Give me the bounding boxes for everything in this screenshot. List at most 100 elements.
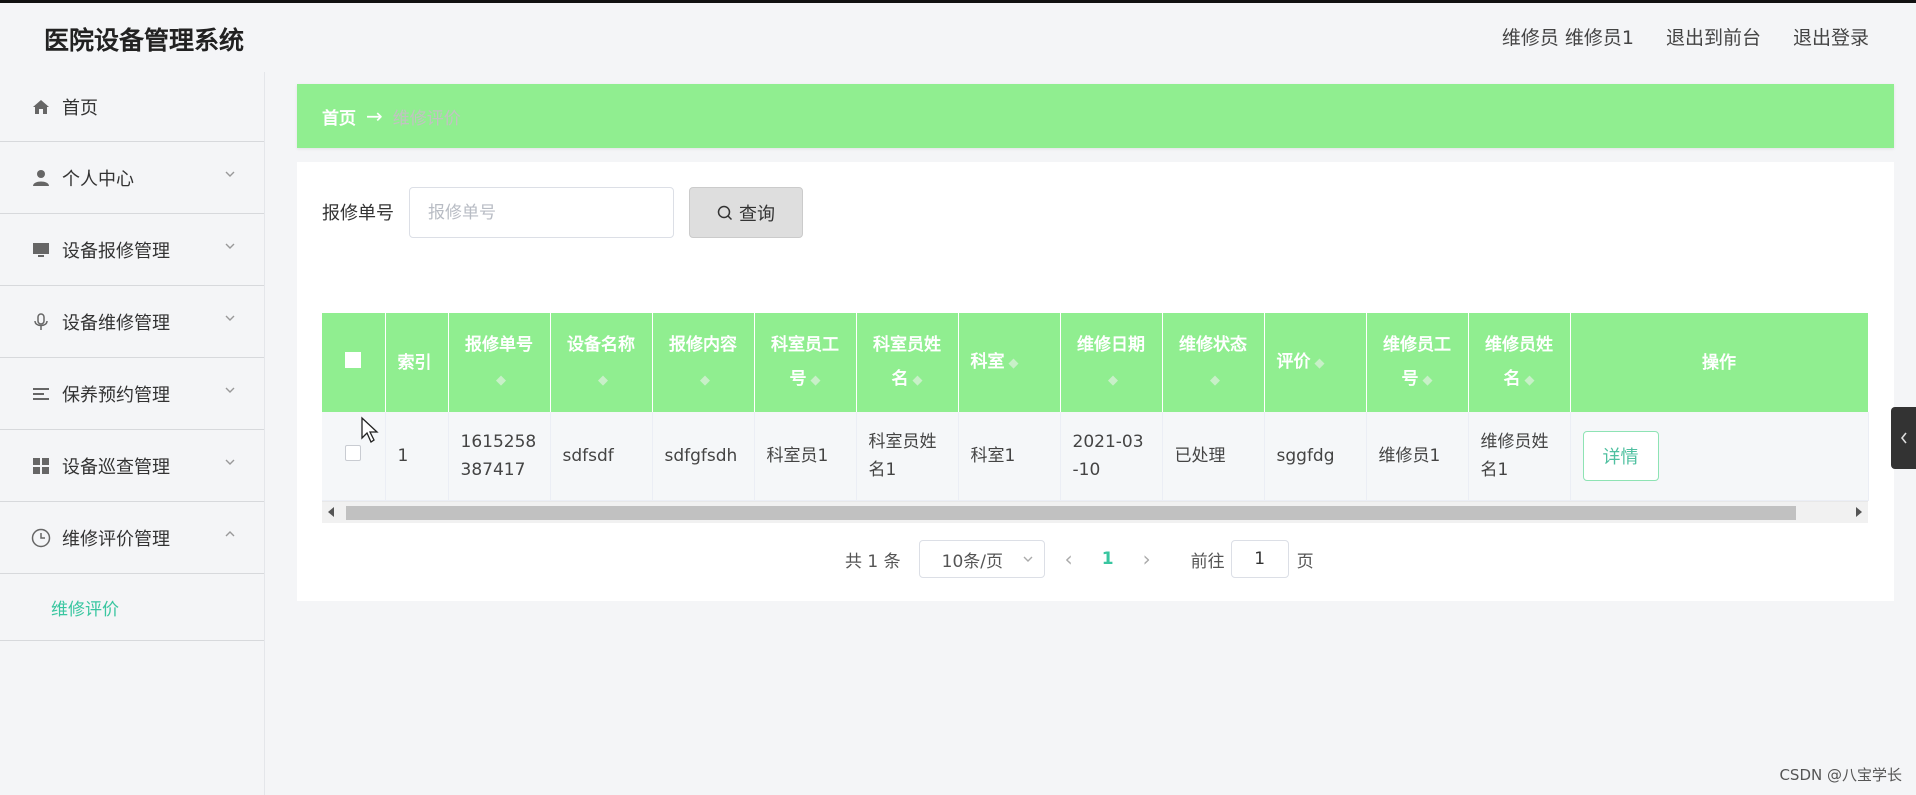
scrollbar-thumb[interactable] [346,505,1796,520]
sidebar-item-label: 设备维修管理 [62,312,170,334]
cell-department: 科室1 [958,412,1061,501]
column-header[interactable]: 设备名称 ◆ [550,313,653,412]
breadcrumb-separator: → [366,104,383,128]
column-header[interactable]: 评价 ◆ [1264,313,1367,412]
side-panel-toggle[interactable] [1891,407,1916,469]
sidebar-item-label: 维修评价管理 [62,528,170,550]
column-header-label: 科室 [970,351,1005,372]
sort-icon: ◆ [1108,372,1118,388]
breadcrumb: 首页 → 维修评价 [297,84,1894,148]
sidebar-subitem-repair-evaluation[interactable]: 维修评价 [0,574,264,641]
sort-icon: ◆ [1314,355,1325,371]
list-icon [30,383,52,405]
column-header: 索引 [385,313,449,412]
search-label: 报修单号 [322,203,394,224]
data-table: 索引 报修单号◆ 设备名称◆ 报修内容◆ 科室员工号 ◆ 科室员姓名 ◆ 科室 ◆ 维… [322,313,1869,523]
logout-link[interactable]: 退出登录 [1793,23,1869,50]
select-all-cell [322,313,386,412]
table-row: 1 1615258387417 sdfsdf sdfgfsdh 科室员1 科室员… [322,412,1869,501]
column-header-label: 科室员工号 [771,334,839,389]
sort-icon: ◆ [1210,372,1220,388]
column-header-label: 报修内容 [669,334,737,355]
cell-repair-no: 1615258387417 [448,412,551,501]
column-header[interactable]: 维修状态 ◆ [1162,313,1265,412]
sidebar-item-personal-center[interactable]: 个人中心 [0,142,264,214]
column-header[interactable]: 维修员姓名 ◆ [1468,313,1571,412]
header: 医院设备管理系统 维修员 维修员1 退出到前台 退出登录 [0,3,1916,69]
main-panel: 报修单号 查询 索引 报修单号◆ 设备名称◆ 报修内容◆ 科室员工号◆ 科室员姓… [297,162,1894,601]
sidebar-item-home[interactable]: 首页 [0,72,264,142]
column-header: 操作 [1570,313,1869,412]
page-size-select[interactable]: 10条/页 [918,540,1045,578]
goto-page-input[interactable] [1230,540,1289,578]
monitor-icon [30,239,52,261]
sort-icon: ◆ [810,372,821,388]
row-checkbox[interactable] [345,444,362,461]
user-label: 维修员 维修员1 [1501,27,1634,49]
column-header[interactable]: 科室员姓名 ◆ [856,313,959,412]
cell-repair-content: sdfgfsdh [652,412,755,501]
header-actions: 维修员 维修员1 退出到前台 退出登录 [1502,23,1869,50]
search-icon [717,205,733,220]
sidebar-item-device-maintenance[interactable]: 设备维修管理 [0,286,264,358]
page-size-value: 10条/页 [941,551,1003,572]
column-header[interactable]: 维修员工号 ◆ [1366,313,1469,412]
column-header[interactable]: 报修内容 ◆ [652,313,755,412]
sort-icon: ◆ [912,372,923,388]
column-header[interactable]: 科室员工号 ◆ [754,313,857,412]
cell-device-name: sdfsdf [550,412,653,501]
mouse-cursor-icon [361,416,379,443]
chevron-down-icon [225,243,235,249]
column-header-label: 科室员姓名 [873,334,941,389]
breadcrumb-current: 维修评价 [392,108,461,129]
back-to-front-link[interactable]: 退出到前台 [1666,23,1761,50]
clock-icon [30,527,52,549]
sidebar-item-label: 设备巡查管理 [62,456,170,478]
cell-status: 已处理 [1162,412,1265,501]
sidebar-item-label: 个人中心 [62,168,134,190]
column-header[interactable]: 维修日期 ◆ [1060,313,1163,412]
sidebar-item-device-inspection[interactable]: 设备巡查管理 [0,430,264,502]
search-button[interactable]: 查询 [689,187,803,238]
cell-actions: 详情 [1570,412,1869,501]
page-number[interactable]: 1 [1093,549,1123,569]
chevron-down-icon [225,171,235,177]
chevron-down-icon [225,315,235,321]
cell-staff-no: 科室员1 [754,412,857,501]
horizontal-scrollbar[interactable] [322,500,1868,523]
select-all-checkbox[interactable] [345,351,362,368]
table-header-row: 索引 报修单号◆ 设备名称◆ 报修内容◆ 科室员工号 ◆ 科室员姓名 ◆ 科室 ◆ 维… [322,313,1869,412]
column-header[interactable]: 报修单号 ◆ [448,313,551,412]
sort-icon: ◆ [1422,372,1433,388]
sidebar-item-label: 首页 [62,97,98,119]
cell-repairer-name: 维修员姓名1 [1468,412,1571,501]
column-header-label: 评价 [1276,351,1311,372]
chevron-up-icon [225,531,235,537]
column-header-label: 维修状态 [1179,334,1247,355]
detail-button[interactable]: 详情 [1582,430,1659,481]
app-title: 医院设备管理系统 [44,26,245,55]
goto-suffix: 页 [1296,551,1314,572]
scroll-right-icon[interactable] [1856,506,1862,517]
scroll-left-icon[interactable] [328,506,334,517]
cell-repair-date: 2021-03-10 [1060,412,1163,501]
sidebar-item-device-repair-report[interactable]: 设备报修管理 [0,214,264,286]
breadcrumb-home[interactable]: 首页 [322,104,356,129]
prev-page-button[interactable]: ‹ [1045,547,1093,571]
sidebar-item-upkeep-booking[interactable]: 保养预约管理 [0,358,264,430]
home-icon [30,96,52,118]
next-page-button[interactable]: › [1123,547,1171,571]
cell-repairer-no: 维修员1 [1366,412,1469,501]
column-header-label: 设备名称 [567,334,635,355]
sidebar: 首页 个人中心 设备报修管理 设备维修管理 保养预约管理 设备巡查管理 维修评价… [0,72,265,795]
user-icon [30,167,52,189]
search-input[interactable] [409,187,674,238]
column-header[interactable]: 科室 ◆ [958,313,1061,412]
chevron-left-icon [1900,432,1907,444]
sort-icon: ◆ [1524,372,1535,388]
sidebar-item-repair-evaluation[interactable]: 维修评价管理 [0,502,264,574]
sort-icon: ◆ [496,372,506,388]
cell-staff-name: 科室员姓名1 [856,412,959,501]
chevron-down-icon [225,459,235,465]
column-header-label: 维修员姓名 [1485,334,1553,389]
